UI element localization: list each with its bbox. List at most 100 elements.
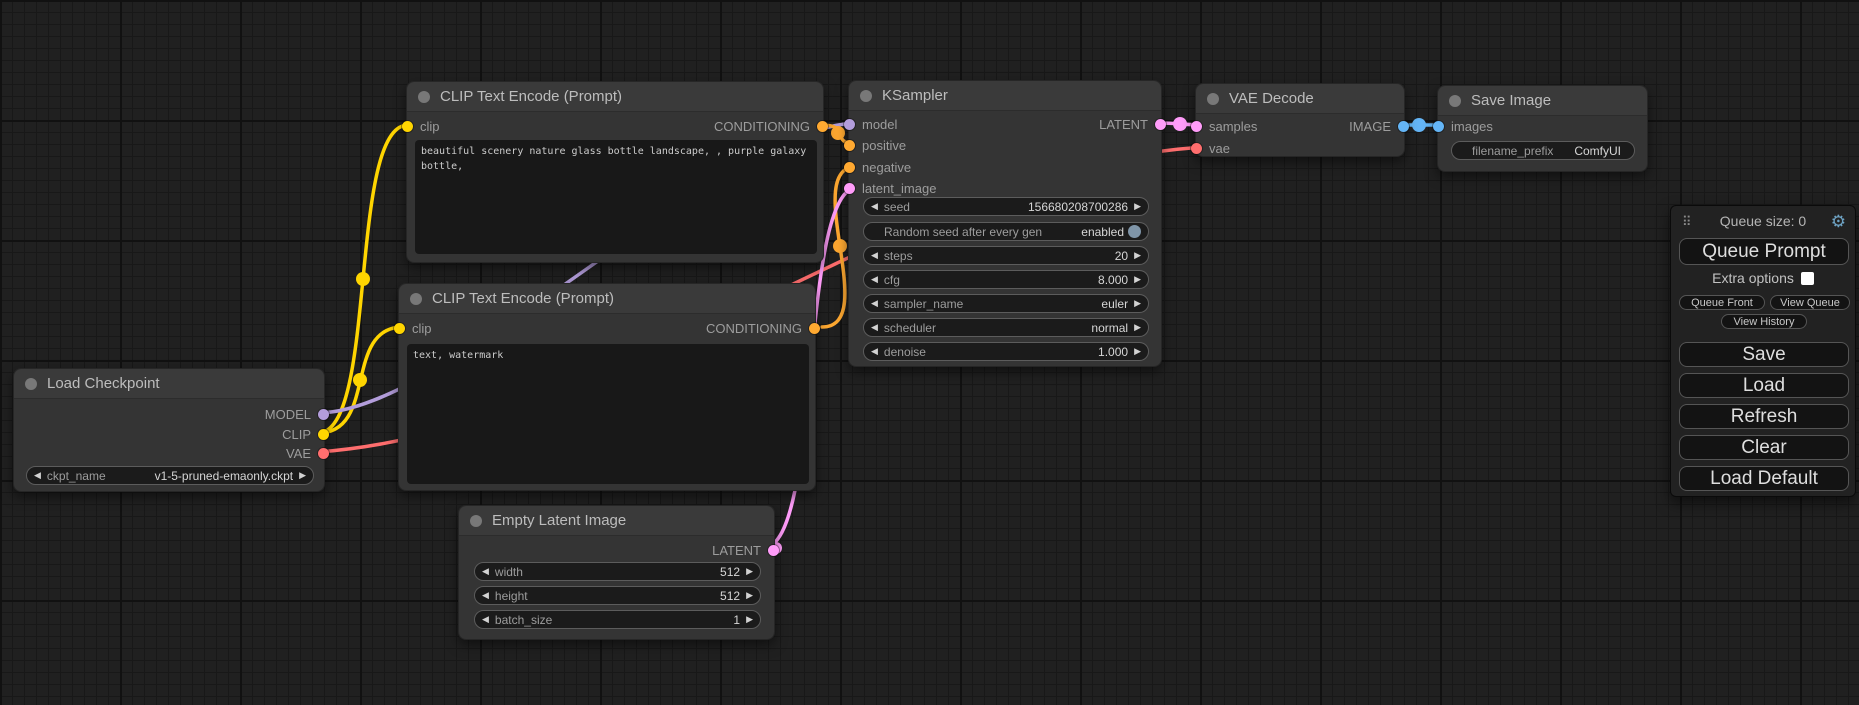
cfg-widget[interactable]: ◀ cfg 8.000 ▶ <box>863 270 1149 289</box>
load-default-button[interactable]: Load Default <box>1679 466 1849 491</box>
positive-prompt-textarea[interactable]: beautiful scenery nature glass bottle la… <box>415 140 817 254</box>
output-port-clip[interactable]: CLIP <box>282 425 329 443</box>
decrement-arrow-icon[interactable]: ◀ <box>871 323 878 332</box>
conditioning-port-dot[interactable] <box>844 162 855 173</box>
collapse-dot-icon[interactable] <box>1207 93 1219 105</box>
seed-widget[interactable]: ◀ seed 156680208700286 ▶ <box>863 197 1149 216</box>
increment-arrow-icon[interactable]: ▶ <box>1134 347 1141 356</box>
node-vae-decode[interactable]: VAE Decode samples vae IMAGE <box>1195 83 1405 157</box>
collapse-dot-icon[interactable] <box>418 91 430 103</box>
batch-size-widget[interactable]: ◀ batch_size 1 ▶ <box>474 610 761 629</box>
load-button[interactable]: Load <box>1679 373 1849 398</box>
queue-front-button[interactable]: Queue Front <box>1679 295 1765 310</box>
toggle-knob-icon[interactable] <box>1128 225 1141 238</box>
settings-gear-icon[interactable]: ⚙ <box>1831 213 1846 230</box>
node-empty-latent-image[interactable]: Empty Latent Image LATENT ◀ width 512 ▶ … <box>458 505 775 640</box>
link-midpoint-dot <box>356 272 370 286</box>
increment-arrow-icon[interactable]: ▶ <box>1134 251 1141 260</box>
collapse-dot-icon[interactable] <box>1449 95 1461 107</box>
input-port-model[interactable]: model <box>844 115 897 133</box>
clip-port-dot[interactable] <box>394 323 405 334</box>
image-port-dot[interactable] <box>1398 121 1409 132</box>
input-port-latent-image[interactable]: latent_image <box>844 179 936 197</box>
vae-port-dot[interactable] <box>318 448 329 459</box>
vae-port-dot[interactable] <box>1191 143 1202 154</box>
collapse-dot-icon[interactable] <box>860 90 872 102</box>
increment-arrow-icon[interactable]: ▶ <box>1134 275 1141 284</box>
clip-port-dot[interactable] <box>402 121 413 132</box>
output-port-latent[interactable]: LATENT <box>712 541 779 559</box>
output-port-image[interactable]: IMAGE <box>1349 117 1409 135</box>
input-port-clip[interactable]: clip <box>394 319 432 337</box>
node-clip-text-encode-negative[interactable]: CLIP Text Encode (Prompt) clip CONDITION… <box>398 283 816 491</box>
output-port-latent[interactable]: LATENT <box>1099 115 1166 133</box>
collapse-dot-icon[interactable] <box>410 293 422 305</box>
negative-prompt-textarea[interactable]: text, watermark <box>407 344 809 484</box>
ckpt-name-widget[interactable]: ◀ ckpt_name v1-5-pruned-emaonly.ckpt ▶ <box>26 466 314 485</box>
output-port-model[interactable]: MODEL <box>265 405 329 423</box>
clip-port-dot[interactable] <box>318 429 329 440</box>
latent-port-dot[interactable] <box>1191 121 1202 132</box>
output-port-conditioning[interactable]: CONDITIONING <box>706 319 820 337</box>
view-queue-button[interactable]: View Queue <box>1770 295 1850 310</box>
decrement-arrow-icon[interactable]: ◀ <box>34 471 41 480</box>
node-load-checkpoint[interactable]: Load Checkpoint MODEL CLIP VAE ◀ ckpt_na… <box>13 368 325 492</box>
save-button[interactable]: Save <box>1679 342 1849 367</box>
input-port-images[interactable]: images <box>1433 117 1493 135</box>
increment-arrow-icon[interactable]: ▶ <box>746 567 753 576</box>
input-port-negative[interactable]: negative <box>844 158 911 176</box>
menu-header: ⠿ Queue size: 0 ⚙ <box>1671 213 1855 233</box>
refresh-button[interactable]: Refresh <box>1679 404 1849 429</box>
sampler-name-widget[interactable]: ◀ sampler_name euler ▶ <box>863 294 1149 313</box>
node-ksampler[interactable]: KSampler model positive negative latent_… <box>848 80 1162 367</box>
increment-arrow-icon[interactable]: ▶ <box>1134 202 1141 211</box>
model-port-dot[interactable] <box>318 409 329 420</box>
decrement-arrow-icon[interactable]: ◀ <box>871 251 878 260</box>
extra-options-checkbox[interactable] <box>1801 272 1814 285</box>
decrement-arrow-icon[interactable]: ◀ <box>871 202 878 211</box>
input-port-samples[interactable]: samples <box>1191 117 1257 135</box>
node-save-image[interactable]: Save Image images filename_prefix ComfyU… <box>1437 85 1648 172</box>
input-port-clip[interactable]: clip <box>402 117 440 135</box>
decrement-arrow-icon[interactable]: ◀ <box>482 567 489 576</box>
random-seed-toggle[interactable]: Random seed after every gen enabled <box>863 222 1149 241</box>
input-port-vae[interactable]: vae <box>1191 139 1230 157</box>
output-port-conditioning[interactable]: CONDITIONING <box>714 117 828 135</box>
latent-port-dot[interactable] <box>1155 119 1166 130</box>
image-port-dot[interactable] <box>1433 121 1444 132</box>
latent-port-dot[interactable] <box>768 545 779 556</box>
decrement-arrow-icon[interactable]: ◀ <box>482 615 489 624</box>
decrement-arrow-icon[interactable]: ◀ <box>871 275 878 284</box>
increment-arrow-icon[interactable]: ▶ <box>1134 323 1141 332</box>
port-label: negative <box>862 160 911 175</box>
input-port-positive[interactable]: positive <box>844 136 906 154</box>
increment-arrow-icon[interactable]: ▶ <box>746 615 753 624</box>
graph-canvas[interactable]: { "colors": { "MODEL": "#B39DDB", "CLIP"… <box>0 0 1859 705</box>
view-history-button[interactable]: View History <box>1721 314 1807 329</box>
increment-arrow-icon[interactable]: ▶ <box>1134 299 1141 308</box>
decrement-arrow-icon[interactable]: ◀ <box>871 299 878 308</box>
conditioning-port-dot[interactable] <box>809 323 820 334</box>
conditioning-port-dot[interactable] <box>844 140 855 151</box>
increment-arrow-icon[interactable]: ▶ <box>299 471 306 480</box>
width-widget[interactable]: ◀ width 512 ▶ <box>474 562 761 581</box>
filename-prefix-widget[interactable]: filename_prefix ComfyUI <box>1451 141 1635 160</box>
conditioning-port-dot[interactable] <box>817 121 828 132</box>
latent-port-dot[interactable] <box>844 183 855 194</box>
extra-options-label: Extra options <box>1712 270 1794 286</box>
height-widget[interactable]: ◀ height 512 ▶ <box>474 586 761 605</box>
model-port-dot[interactable] <box>844 119 855 130</box>
decrement-arrow-icon[interactable]: ◀ <box>871 347 878 356</box>
collapse-dot-icon[interactable] <box>470 515 482 527</box>
collapse-dot-icon[interactable] <box>25 378 37 390</box>
increment-arrow-icon[interactable]: ▶ <box>746 591 753 600</box>
node-title-label: KSampler <box>882 87 948 104</box>
clear-button[interactable]: Clear <box>1679 435 1849 460</box>
node-clip-text-encode-positive[interactable]: CLIP Text Encode (Prompt) clip CONDITION… <box>406 81 824 263</box>
output-port-vae[interactable]: VAE <box>286 444 329 462</box>
scheduler-widget[interactable]: ◀ scheduler normal ▶ <box>863 318 1149 337</box>
denoise-widget[interactable]: ◀ denoise 1.000 ▶ <box>863 342 1149 361</box>
queue-prompt-button[interactable]: Queue Prompt <box>1679 238 1849 265</box>
steps-widget[interactable]: ◀ steps 20 ▶ <box>863 246 1149 265</box>
decrement-arrow-icon[interactable]: ◀ <box>482 591 489 600</box>
